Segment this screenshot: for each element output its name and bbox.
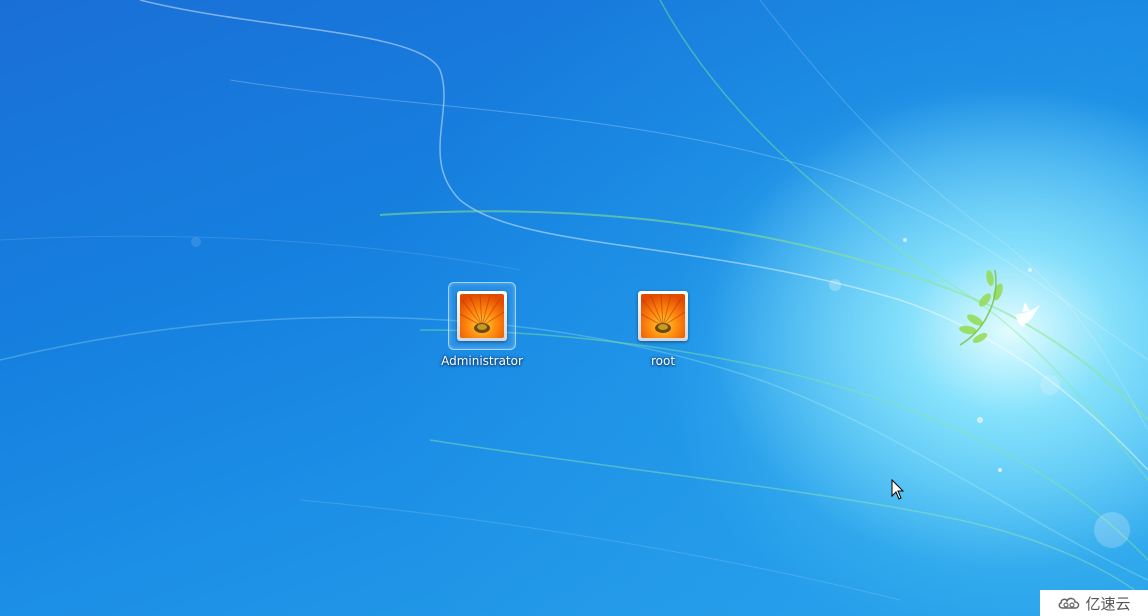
- orange-flower-icon: [641, 294, 685, 338]
- user-name-label[interactable]: Administrator: [427, 354, 537, 368]
- user-picture-frame: [638, 291, 688, 341]
- user-picture-frame: [457, 291, 507, 341]
- orange-flower-icon: [460, 294, 504, 338]
- user-tile-selection-frame: [448, 282, 516, 350]
- wallpaper-background: [0, 0, 1148, 601]
- user-tile-administrator[interactable]: Administrator: [427, 282, 537, 368]
- arrow-cursor-icon: [891, 479, 905, 500]
- login-screen: Administrator root 亿速云: [0, 0, 1148, 616]
- user-tile-root[interactable]: root: [608, 282, 718, 368]
- user-name-label[interactable]: root: [608, 354, 718, 368]
- watermark-text: 亿速云: [1085, 594, 1131, 613]
- cloud-logo-icon: [1059, 597, 1080, 609]
- watermark: 亿速云: [1040, 590, 1148, 616]
- user-tile-frame: [629, 282, 697, 350]
